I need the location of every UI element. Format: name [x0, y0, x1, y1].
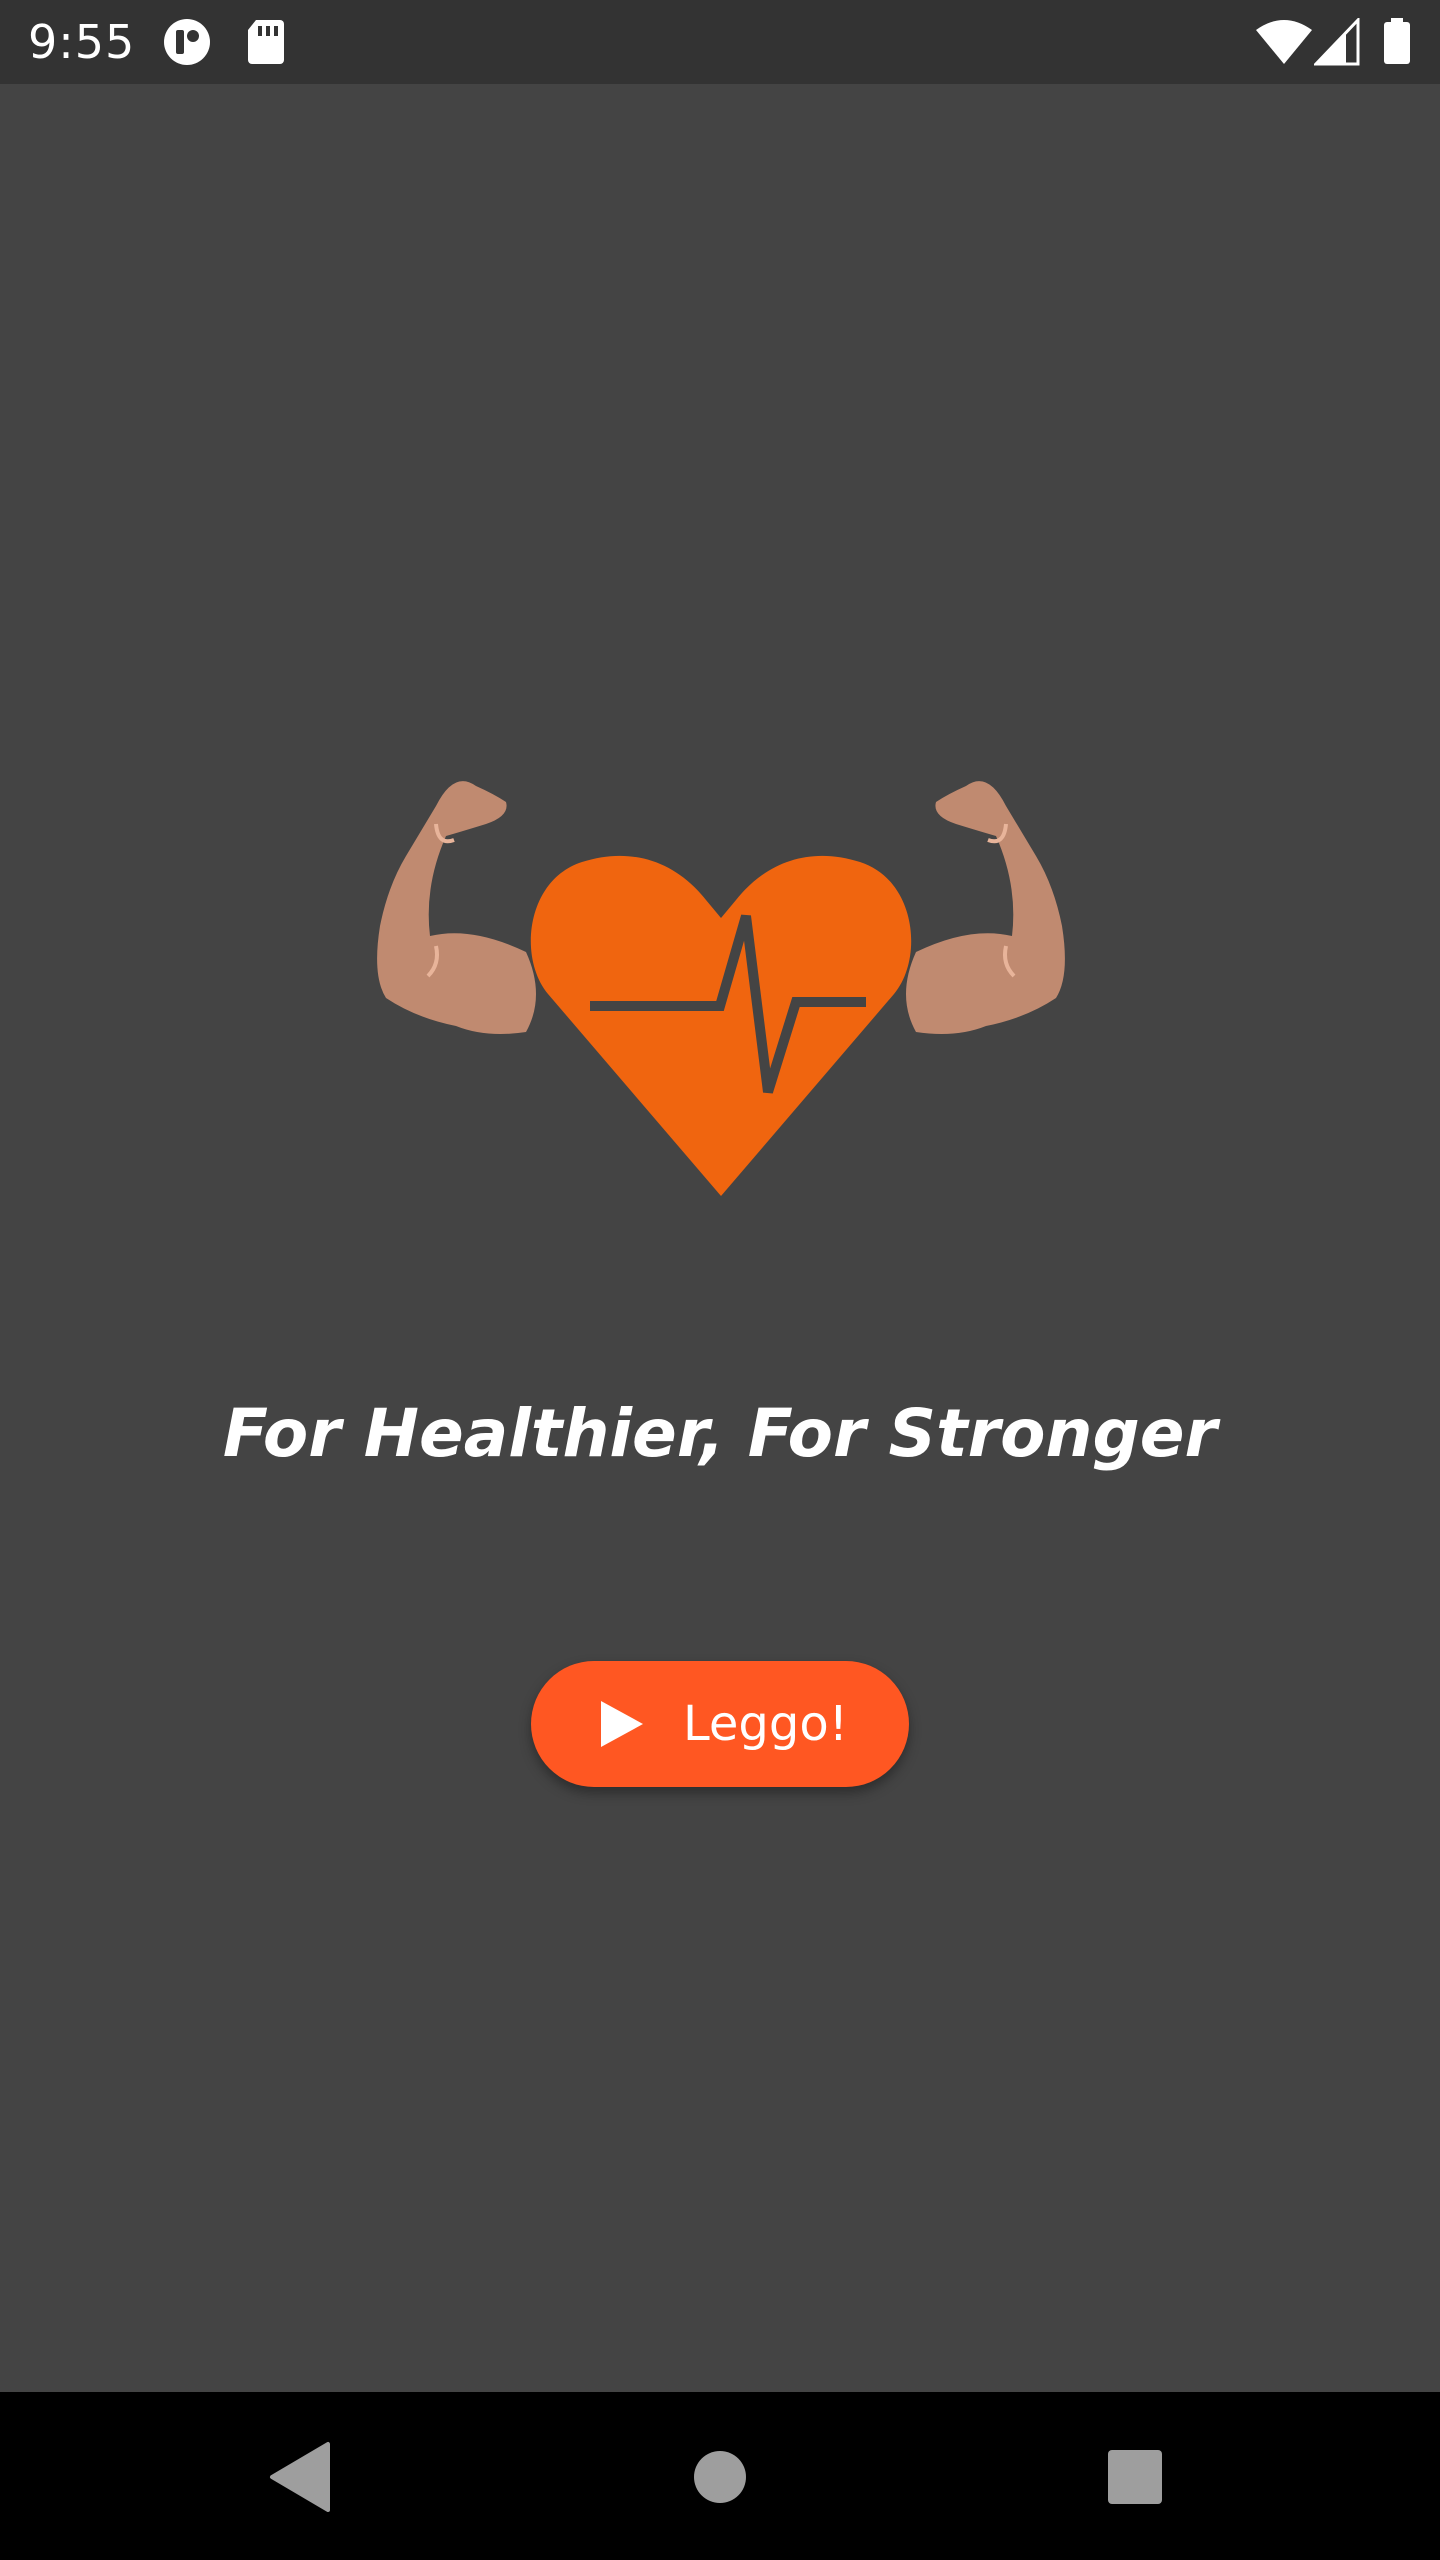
leggo-button[interactable]: Leggo!: [531, 1661, 909, 1787]
tagline: For Healthier, For Stronger: [222, 1395, 1218, 1472]
splash-content: For Healthier, For Stronger Leggo!: [0, 84, 1440, 2392]
status-time: 9:55: [28, 15, 136, 69]
muscle-heart-icon: [377, 781, 1065, 1196]
navigation-bar: [0, 2392, 1440, 2560]
status-bar: 9:55: [0, 0, 1440, 84]
home-icon[interactable]: [675, 2432, 765, 2522]
wifi-icon: [1254, 18, 1314, 66]
recents-icon[interactable]: [1090, 2432, 1180, 2522]
app-notification-icon: [162, 18, 212, 66]
play-icon: [597, 1699, 647, 1749]
cell-signal-icon: [1312, 16, 1364, 66]
app-screen: 9:55 For Healthier, For Stronger Leggo!: [0, 0, 1440, 2560]
sd-card-icon: [246, 18, 296, 66]
back-icon[interactable]: [256, 2432, 346, 2522]
leggo-button-label: Leggo!: [683, 1696, 848, 1752]
battery-icon: [1382, 18, 1412, 66]
